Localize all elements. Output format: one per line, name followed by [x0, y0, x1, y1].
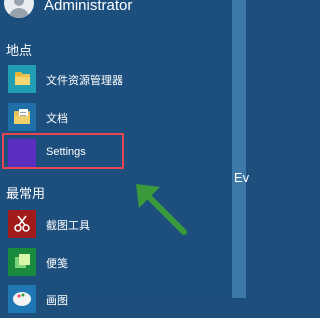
right-pane [232, 0, 246, 298]
menu-item-label: 文档 [46, 113, 68, 125]
menu-item-label: 画图 [46, 295, 68, 307]
file-explorer-icon [8, 65, 36, 93]
menu-item-label: 便笺 [46, 258, 68, 270]
paint-icon [8, 285, 36, 313]
menu-item-snipping-tool[interactable]: 截图工具 [0, 208, 232, 240]
sticky-notes-icon [8, 248, 36, 276]
start-menu: Administrator 地点 文件资源管理器 文档 Settings 最常用… [0, 0, 232, 313]
menu-item-label: 文件资源管理器 [46, 75, 123, 87]
menu-item-paint[interactable]: 画图 [0, 283, 232, 315]
right-pane-text: Ev [234, 170, 250, 185]
menu-item-label: 截图工具 [46, 220, 90, 232]
menu-item-documents[interactable]: 文档 [0, 101, 232, 133]
snipping-tool-icon [8, 210, 36, 238]
documents-icon [8, 103, 36, 131]
section-places-label: 地点 [6, 43, 33, 58]
user-name: Administrator [44, 0, 133, 14]
user-account[interactable]: Administrator [0, 0, 232, 20]
settings-highlight-box [2, 133, 124, 169]
green-arrow-icon [136, 184, 187, 235]
section-most-used-label: 最常用 [6, 186, 46, 201]
menu-item-sticky-notes[interactable]: 便笺 [0, 246, 232, 278]
menu-item-file-explorer[interactable]: 文件资源管理器 [0, 63, 232, 95]
user-avatar-icon [4, 0, 34, 18]
